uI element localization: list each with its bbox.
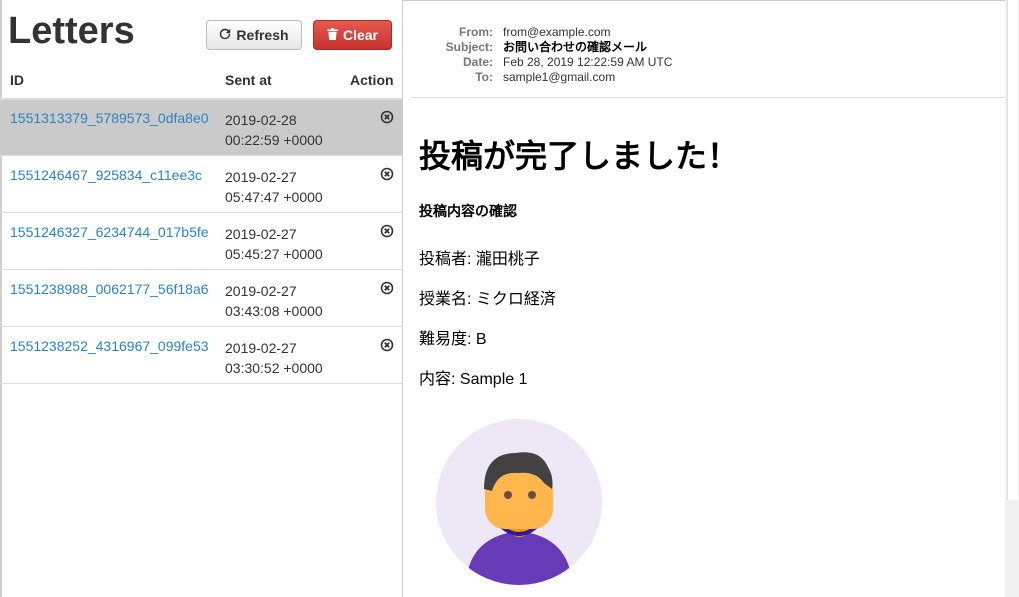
trash-icon (327, 27, 338, 43)
from-label: From: (459, 25, 493, 39)
sent-date: 2019-02-27 (225, 226, 297, 242)
letter-id-link[interactable]: 1551238252_4316967_099fe53 (10, 338, 209, 354)
letter-id-link[interactable]: 1551313379_5789573_0dfa8e0 (10, 110, 209, 126)
sent-time: 05:45:27 +0000 (225, 246, 323, 262)
sent-at: 2019-02-27 03:30:52 +0000 (225, 338, 323, 378)
sent-date: 2019-02-27 (225, 169, 297, 185)
delete-icon[interactable] (380, 338, 394, 352)
sent-time: 03:30:52 +0000 (225, 360, 323, 376)
scrollbar[interactable] (1005, 0, 1019, 597)
clear-button[interactable]: Clear (313, 20, 392, 50)
delete-icon[interactable] (380, 167, 394, 181)
column-header-sent-at: Sent at (225, 72, 272, 88)
refresh-label: Refresh (236, 27, 289, 43)
body-subheading: 投稿内容の確認 (419, 203, 517, 219)
table-row[interactable]: 1551313379_5789573_0dfa8e0 2019-02-28 00:2… (0, 100, 402, 156)
avatar-icon (436, 419, 602, 585)
letter-id-link[interactable]: 1551238988_0062177_56f18a6 (10, 281, 209, 297)
sent-at: 2019-02-28 00:22:59 +0000 (225, 110, 323, 150)
to-value: sample1@gmail.com (503, 70, 616, 84)
table-row[interactable]: 1551238988_0062177_56f18a6 2019-02-27 03:4… (0, 271, 402, 327)
sent-date: 2019-02-27 (225, 340, 297, 356)
from-row: From: from@example.com (403, 25, 1005, 40)
to-label: To: (475, 70, 493, 84)
column-header-id: ID (10, 72, 24, 88)
date-label: Date: (462, 55, 493, 69)
mail-viewer-app: Letters Refresh Clear ID Sent at Action … (0, 0, 1019, 597)
sent-time: 05:47:47 +0000 (225, 189, 323, 205)
subject-value: お問い合わせの確認メール (503, 40, 648, 54)
body-line-poster: 投稿者: 瀧田桃子 (419, 251, 540, 268)
delete-icon[interactable] (380, 281, 394, 295)
date-value: Feb 28, 2019 12:22:59 AM UTC (503, 55, 673, 69)
scrollbar-thumb[interactable] (1007, 0, 1018, 500)
sent-date: 2019-02-28 (225, 112, 297, 128)
refresh-button[interactable]: Refresh (206, 20, 302, 50)
sent-time: 03:43:08 +0000 (225, 303, 323, 319)
column-header-action: Action (350, 72, 394, 88)
message-pane: From: from@example.com Subject: お問い合わせの確… (403, 0, 1005, 597)
refresh-icon (219, 28, 231, 43)
subject-row: Subject: お問い合わせの確認メール (403, 40, 1005, 55)
sent-at: 2019-02-27 05:47:47 +0000 (225, 167, 323, 207)
from-value: from@example.com (503, 25, 611, 39)
table-row[interactable]: 1551246327_6234744_017b5fe 2019-02-27 05:4… (0, 214, 402, 270)
letter-id-link[interactable]: 1551246467_925834_c11ee3c (10, 167, 202, 183)
letter-id-link[interactable]: 1551246327_6234744_017b5fe (10, 224, 209, 240)
sent-at: 2019-02-27 03:43:08 +0000 (225, 281, 323, 321)
delete-icon[interactable] (380, 224, 394, 238)
sent-date: 2019-02-27 (225, 283, 297, 299)
sent-at: 2019-02-27 05:45:27 +0000 (225, 224, 323, 264)
table-row[interactable]: 1551246467_925834_c11ee3c 2019-02-27 05:47… (0, 157, 402, 213)
delete-icon[interactable] (380, 110, 394, 124)
date-row: Date: Feb 28, 2019 12:22:59 AM UTC (403, 55, 1005, 70)
body-heading: 投稿が完了しました！ (419, 138, 740, 174)
clear-label: Clear (342, 27, 379, 43)
table-header: ID Sent at Action (0, 72, 402, 100)
page-title: Letters (8, 10, 135, 52)
message-headers: From: from@example.com Subject: お問い合わせの確… (403, 25, 1005, 85)
sent-time: 00:22:59 +0000 (225, 132, 323, 148)
body-line-course: 授業名: ミクロ経済 (419, 291, 556, 308)
letters-pane: Letters Refresh Clear ID Sent at Action … (0, 0, 403, 597)
subject-label: Subject: (445, 40, 493, 54)
body-line-difficulty: 難易度: B (419, 331, 487, 348)
to-row: To: sample1@gmail.com (403, 70, 1005, 85)
table-row[interactable]: 1551238252_4316967_099fe53 2019-02-27 03:3… (0, 328, 402, 384)
header-divider (411, 97, 1005, 98)
body-line-content: 内容: Sample 1 (419, 371, 528, 388)
